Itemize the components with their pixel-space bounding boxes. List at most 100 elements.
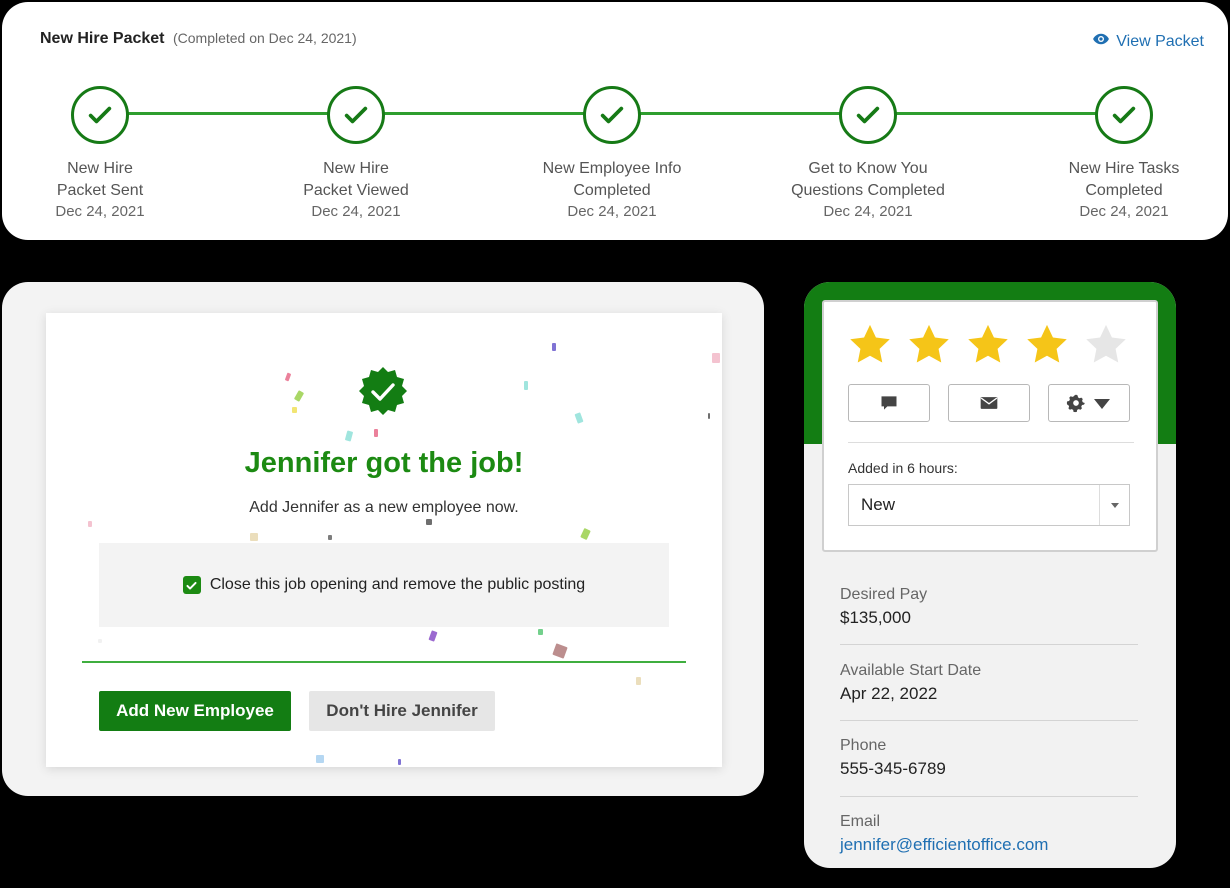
verified-badge-icon [359, 367, 407, 415]
eye-icon [1092, 30, 1110, 53]
step-label-line1: New Hire [323, 160, 389, 177]
field-label: Phone [840, 737, 887, 754]
hire-title: Jennifer got the job! [244, 447, 524, 479]
confetti-piece [374, 429, 378, 437]
step-employee-info: New Employee Info Completed Dec 24, 2021 [512, 86, 712, 222]
dont-hire-button[interactable]: Don't Hire Jennifer [309, 691, 495, 731]
step-get-to-know-you: Get to Know You Questions Completed Dec 2… [768, 86, 968, 222]
view-packet-link[interactable]: View Packet [1092, 30, 1204, 53]
check-circle-icon [1095, 86, 1153, 144]
close-job-label: Close this job opening and remove the pu… [209, 576, 586, 593]
confetti-piece [426, 519, 432, 525]
confetti-piece [293, 390, 305, 402]
settings-dropdown-button[interactable] [1048, 384, 1130, 422]
confetti-piece [316, 755, 324, 763]
candidate-rating-card: Added in 6 hours: New [822, 300, 1158, 552]
added-label: Added in 6 hours: [848, 460, 958, 476]
step-label-line2: Packet Sent [56, 182, 144, 199]
confetti-piece [708, 413, 710, 419]
divider [840, 720, 1138, 721]
confetti-piece [292, 407, 297, 413]
confetti-piece [580, 527, 591, 541]
star-icon-filled[interactable] [846, 322, 894, 368]
step-label-line1: New Hire Tasks [1068, 160, 1180, 177]
field-label: Available Start Date [840, 662, 982, 679]
view-packet-label: View Packet [1116, 32, 1204, 50]
email-field: Email jennifer@efficientoffice.com [840, 813, 1140, 855]
field-value: $135,000 [840, 608, 911, 627]
close-job-option: Close this job opening and remove the pu… [99, 543, 669, 627]
field-value: Apr 22, 2022 [840, 684, 938, 703]
comment-icon [881, 396, 897, 410]
step-label-line2: Completed [573, 182, 651, 199]
confetti-piece [250, 533, 258, 541]
field-value: 555-345-6789 [840, 759, 946, 778]
step-packet-viewed: New Hire Packet Viewed Dec 24, 2021 [256, 86, 456, 222]
confetti-piece [284, 372, 292, 382]
candidate-panel: Added in 6 hours: New Desired Pay $135,0… [804, 282, 1176, 868]
confetti-piece [328, 535, 332, 540]
step-date: Dec 24, 2021 [567, 203, 657, 220]
star-icon-empty[interactable] [1082, 322, 1130, 368]
packet-title: New Hire Packet (Completed on Dec 24, 20… [40, 30, 357, 48]
confetti-piece [552, 343, 556, 351]
checkmark-icon [186, 581, 197, 589]
hire-packet-card: New Hire Packet (Completed on Dec 24, 20… [2, 2, 1228, 240]
comment-button[interactable] [848, 384, 930, 422]
confetti-piece [538, 629, 543, 635]
star-rating[interactable] [846, 322, 1130, 368]
field-label: Desired Pay [840, 586, 928, 603]
confetti-piece [88, 521, 92, 527]
step-label-line2: Completed [1085, 182, 1163, 199]
confetti-piece [98, 639, 102, 643]
step-label-line1: Get to Know You [808, 160, 928, 177]
step-label-line1: New Employee Info [542, 160, 682, 177]
divider [848, 442, 1134, 443]
gear-icon [1066, 394, 1085, 413]
step-date: Dec 24, 2021 [823, 203, 913, 220]
step-date: Dec 24, 2021 [1079, 203, 1169, 220]
caret-down-icon [1094, 399, 1110, 409]
confetti-piece [344, 430, 354, 442]
packet-title-text: New Hire Packet [40, 30, 165, 47]
step-hire-tasks: New Hire Tasks Completed Dec 24, 2021 [1024, 86, 1224, 222]
divider [840, 796, 1138, 797]
mail-icon [980, 397, 998, 409]
confetti-piece [574, 412, 584, 424]
close-job-checkbox[interactable] [182, 576, 201, 594]
confetti-piece [428, 630, 438, 642]
phone-field: Phone 555-345-6789 [840, 737, 1140, 779]
step-label-line2: Questions Completed [791, 182, 945, 199]
divider [82, 661, 686, 663]
confetti-piece [524, 381, 528, 390]
step-label-line1: New Hire [67, 160, 133, 177]
field-label: Email [840, 813, 881, 830]
confetti-piece [398, 759, 401, 765]
check-circle-icon [327, 86, 385, 144]
hire-dialog-container: Jennifer got the job! Add Jennifer as a … [2, 282, 764, 796]
email-button[interactable] [948, 384, 1030, 422]
step-date: Dec 24, 2021 [311, 203, 401, 220]
candidate-actions [848, 384, 1130, 422]
step-label-line2: Packet Viewed [303, 182, 409, 199]
check-circle-icon [839, 86, 897, 144]
check-circle-icon [583, 86, 641, 144]
status-value: New [861, 495, 896, 514]
star-icon-filled[interactable] [905, 322, 953, 368]
confetti-piece [552, 643, 568, 659]
confetti-piece [636, 677, 641, 685]
chevron-down-icon [1099, 485, 1129, 525]
step-packet-sent: New Hire Packet Sent Dec 24, 2021 [0, 86, 200, 222]
add-new-employee-button[interactable]: Add New Employee [99, 691, 291, 731]
status-select[interactable]: New [848, 484, 1130, 526]
packet-completed-subtitle: (Completed on Dec 24, 2021) [172, 30, 357, 46]
star-icon-filled[interactable] [964, 322, 1012, 368]
check-circle-icon [71, 86, 129, 144]
confetti-piece [712, 353, 720, 363]
hire-dialog: Jennifer got the job! Add Jennifer as a … [46, 313, 722, 767]
star-icon-filled[interactable] [1023, 322, 1071, 368]
step-date: Dec 24, 2021 [55, 203, 145, 220]
start-date-field: Available Start Date Apr 22, 2022 [840, 662, 1140, 704]
divider [840, 644, 1138, 645]
email-link[interactable]: jennifer@efficientoffice.com [840, 835, 1140, 855]
